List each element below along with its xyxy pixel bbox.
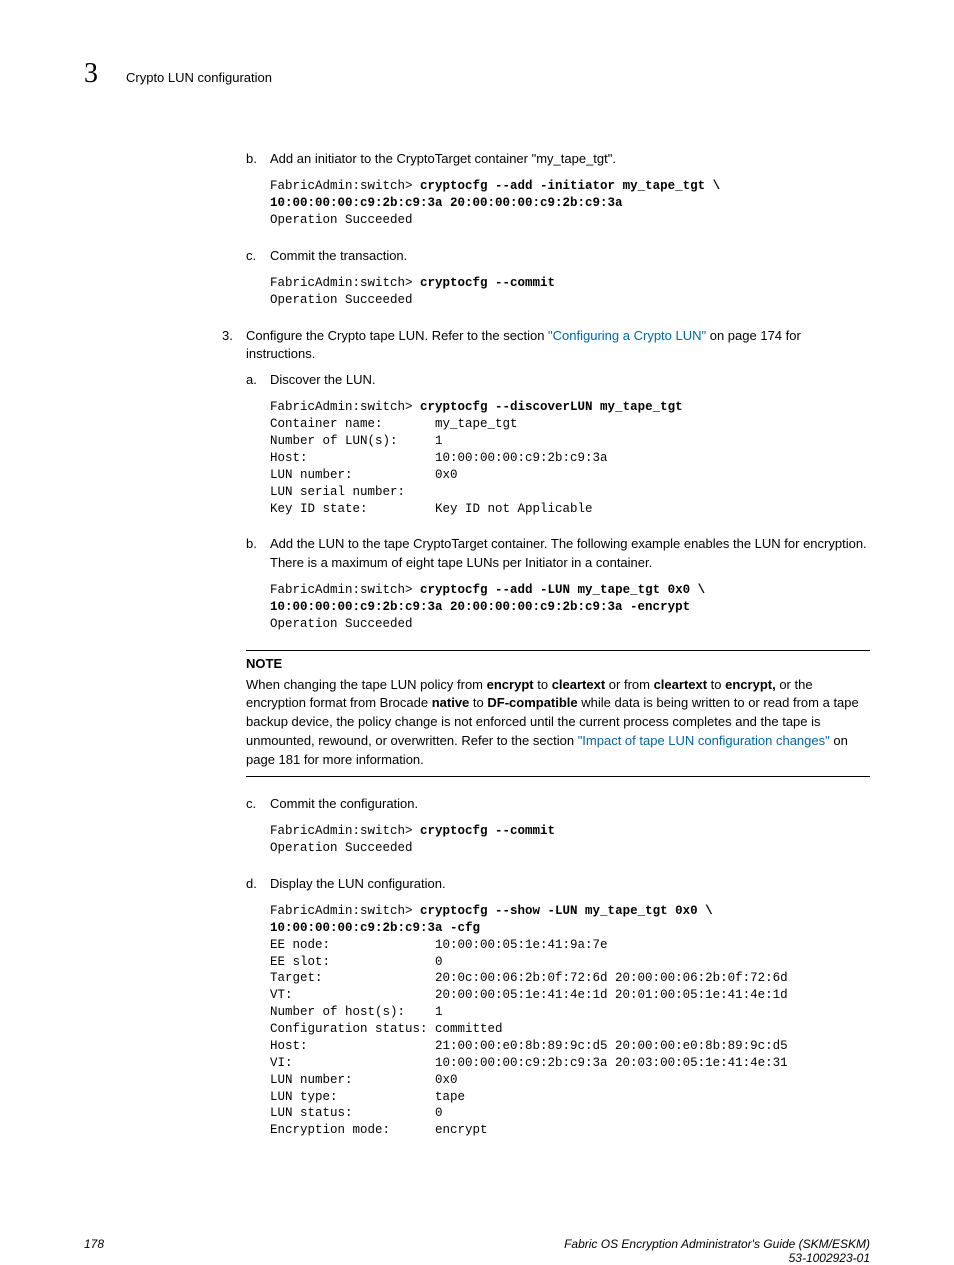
step-b: b. Add an initiator to the CryptoTarget … [246, 150, 870, 168]
step-3c: c. Commit the configuration. [246, 795, 870, 813]
step-3d: d. Display the LUN configuration. [246, 875, 870, 893]
step-text: Commit the transaction. [270, 247, 870, 265]
step-marker: d. [246, 875, 270, 893]
step-c: c. Commit the transaction. [246, 247, 870, 265]
page: 3 Crypto LUN configuration b. Add an ini… [0, 0, 954, 1197]
step-text: Configure the Crypto tape LUN. Refer to … [246, 327, 870, 363]
command: cryptocfg --commit [420, 824, 555, 838]
cross-ref-link[interactable]: "Impact of tape LUN configuration change… [578, 733, 830, 748]
output: Operation Succeeded [270, 293, 413, 307]
chapter-title: Crypto LUN configuration [126, 70, 272, 85]
step-text: Add the LUN to the tape CryptoTarget con… [270, 535, 870, 571]
code-block: FabricAdmin:switch> cryptocfg --show -LU… [270, 903, 870, 1139]
code-block: FabricAdmin:switch> cryptocfg --commit O… [270, 275, 870, 309]
page-number: 178 [84, 1237, 104, 1265]
command: cryptocfg --discoverLUN my_tape_tgt [420, 400, 683, 414]
step-marker: b. [246, 150, 270, 168]
step-marker: c. [246, 795, 270, 813]
code-block: FabricAdmin:switch> cryptocfg --add -LUN… [270, 582, 870, 633]
note-label: NOTE [246, 655, 870, 673]
prompt: FabricAdmin:switch> [270, 179, 420, 193]
step-marker: c. [246, 247, 270, 265]
step-text: Discover the LUN. [270, 371, 870, 389]
footer-right: Fabric OS Encryption Administrator's Gui… [564, 1237, 870, 1265]
step-3b: b. Add the LUN to the tape CryptoTarget … [246, 535, 870, 571]
doc-title: Fabric OS Encryption Administrator's Gui… [564, 1237, 870, 1251]
code-block: FabricAdmin:switch> cryptocfg --commit O… [270, 823, 870, 857]
note-rule-top [246, 650, 870, 651]
note-body: When changing the tape LUN policy from e… [246, 676, 870, 770]
command: cryptocfg --commit [420, 276, 555, 290]
output: Operation Succeeded [270, 213, 413, 227]
prompt: FabricAdmin:switch> [270, 583, 420, 597]
code-block: FabricAdmin:switch> cryptocfg --add -ini… [270, 178, 870, 229]
step-text: Display the LUN configuration. [270, 875, 870, 893]
page-footer: 178 Fabric OS Encryption Administrator's… [0, 1237, 954, 1265]
code-block: FabricAdmin:switch> cryptocfg --discover… [270, 399, 870, 517]
page-header: 3 Crypto LUN configuration [84, 58, 870, 90]
step-text: Add an initiator to the CryptoTarget con… [270, 150, 870, 168]
output: Operation Succeeded [270, 841, 413, 855]
step-marker: 3. [222, 327, 246, 363]
step-text: Commit the configuration. [270, 795, 870, 813]
output: Operation Succeeded [270, 617, 413, 631]
prompt: FabricAdmin:switch> [270, 904, 420, 918]
step-marker: b. [246, 535, 270, 571]
note-rule-bottom [246, 776, 870, 777]
prompt: FabricAdmin:switch> [270, 276, 420, 290]
step-3a: a. Discover the LUN. [246, 371, 870, 389]
step-3: 3. Configure the Crypto tape LUN. Refer … [222, 327, 870, 363]
output: Container name: my_tape_tgt Number of LU… [270, 417, 608, 515]
chapter-number: 3 [84, 58, 98, 90]
prompt: FabricAdmin:switch> [270, 400, 420, 414]
prompt: FabricAdmin:switch> [270, 824, 420, 838]
step-marker: a. [246, 371, 270, 389]
cross-ref-link[interactable]: "Configuring a Crypto LUN" [548, 328, 706, 343]
output: EE node: 10:00:00:05:1e:41:9a:7e EE slot… [270, 938, 788, 1138]
content: b. Add an initiator to the CryptoTarget … [246, 150, 870, 1139]
doc-number: 53-1002923-01 [564, 1251, 870, 1265]
